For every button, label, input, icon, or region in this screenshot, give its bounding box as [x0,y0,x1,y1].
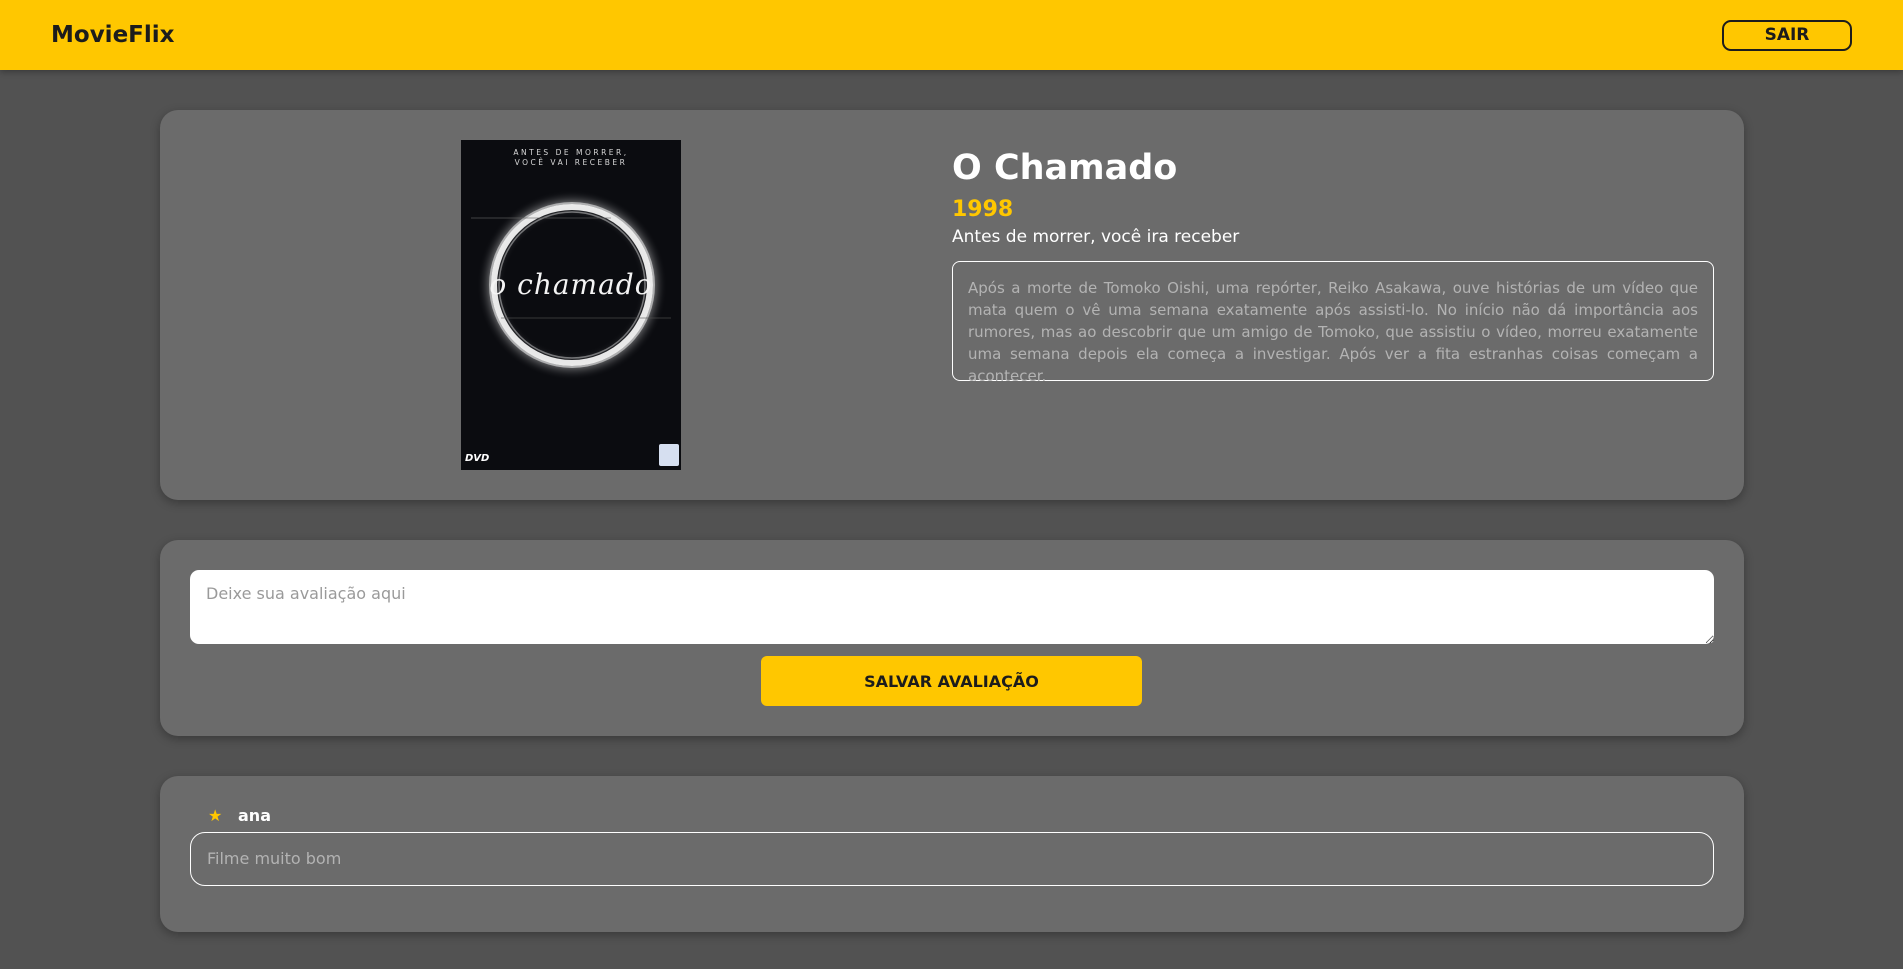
review-input[interactable] [190,570,1714,644]
movie-details-card: ANTES DE MORRER, VOCÊ VAI RECEBER o cham… [160,110,1744,500]
movie-info: O Chamado 1998 Antes de morrer, você ira… [952,148,1714,385]
logout-button[interactable]: SAIR [1722,19,1852,51]
review-form-card: SALVAR AVALIAÇÃO [160,540,1744,736]
star-icon: ★ [208,806,223,825]
review-text: Filme muito bom [190,832,1714,886]
poster-tagline: ANTES DE MORRER, VOCÊ VAI RECEBER [513,148,629,167]
review-author: ★ ana [208,806,271,825]
movie-poster: ANTES DE MORRER, VOCÊ VAI RECEBER o cham… [461,140,681,470]
movie-synopsis: Após a morte de Tomoko Oishi, uma repórt… [952,261,1714,385]
dvd-logo: DVD [465,453,490,464]
navbar: MovieFlix SAIR [0,0,1903,70]
movie-subtitle: Antes de morrer, você ira receber [952,227,1240,247]
brand-logo[interactable]: MovieFlix [51,22,174,48]
movie-title: O Chamado [952,148,1178,188]
studio-logo [659,444,679,466]
poster-title-art: o chamado [489,268,653,301]
reviewer-name: ana [238,806,271,825]
poster-ring-art [471,190,671,380]
save-review-button[interactable]: SALVAR AVALIAÇÃO [761,656,1142,706]
movie-year: 1998 [952,197,1014,222]
reviews-list-card: ★ ana Filme muito bom [160,776,1744,932]
